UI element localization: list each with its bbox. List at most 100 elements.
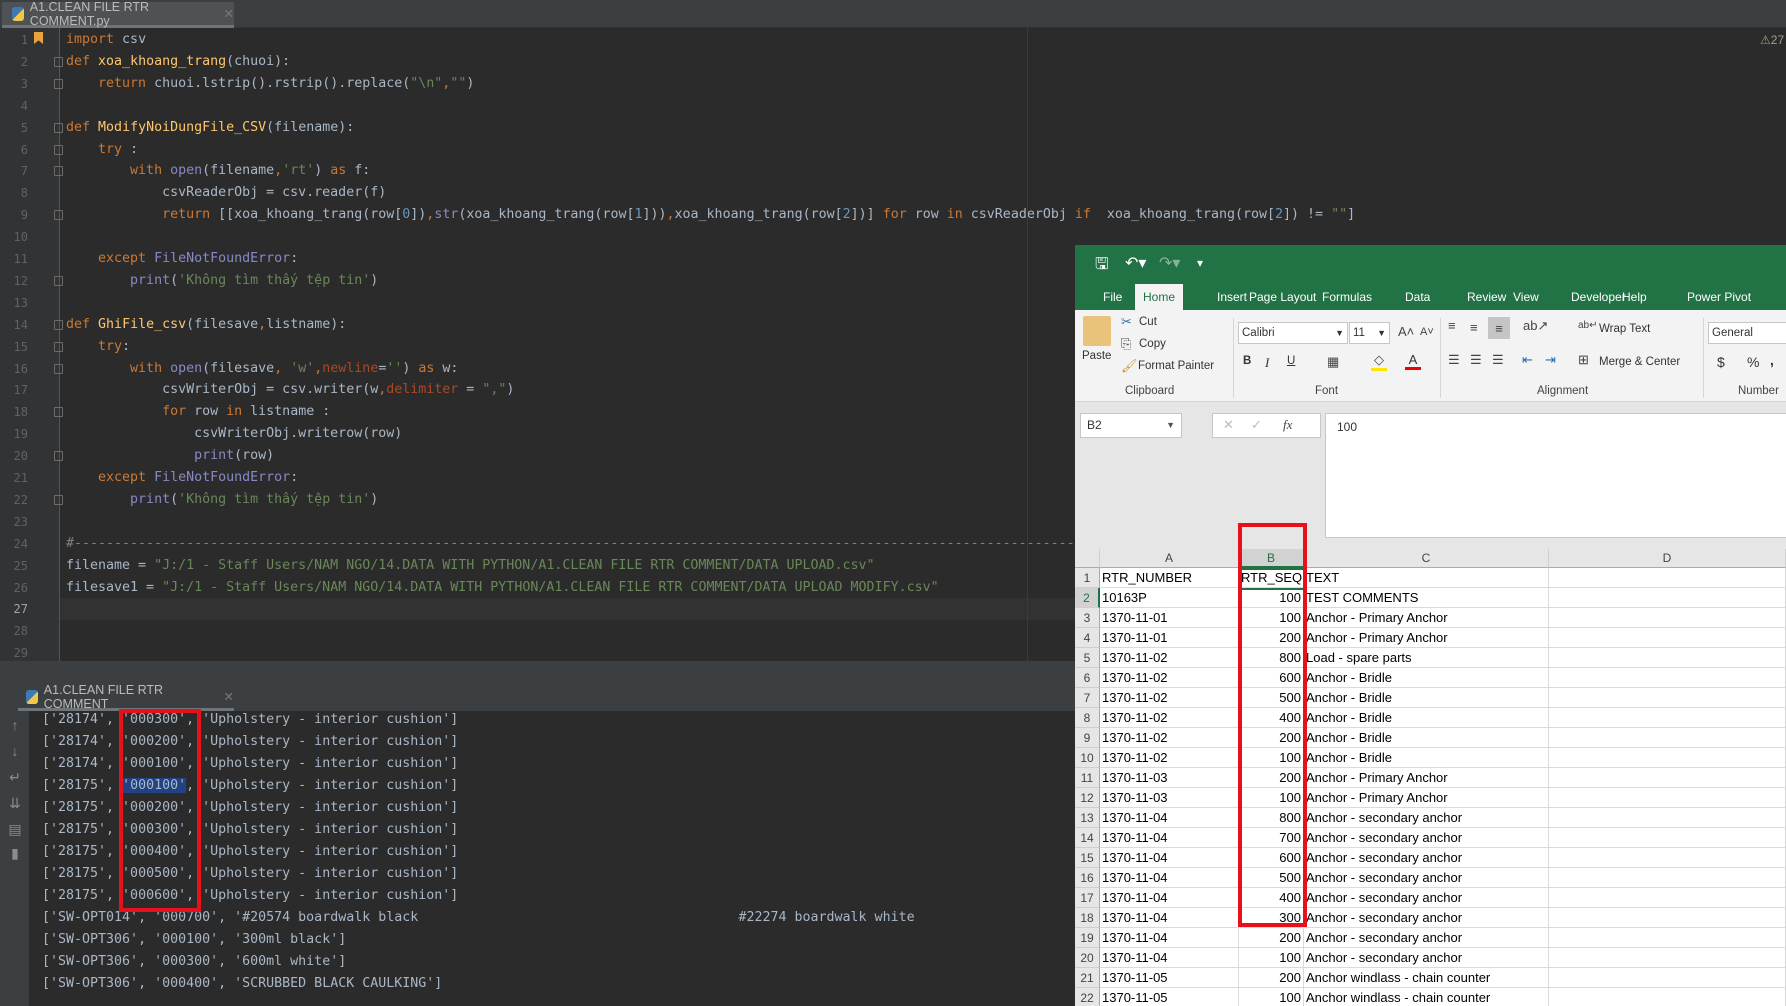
console-line[interactable]: ['28174', '000300', 'Upholstery - interi… xyxy=(42,709,458,731)
ribbon-tab-file[interactable]: File xyxy=(1095,284,1130,310)
cell-c16[interactable]: Anchor - secondary anchor xyxy=(1304,868,1549,888)
customize-toolbar-icon[interactable]: ▾ xyxy=(1197,256,1203,270)
code-line[interactable]: filename = "J:/1 - Staff Users/NAM NGO/1… xyxy=(66,555,875,577)
format-painter-button[interactable]: Format Painter xyxy=(1138,360,1214,372)
ribbon-tab-view[interactable]: View xyxy=(1505,284,1547,310)
row-header[interactable]: 9 xyxy=(1075,728,1100,748)
cell-a13[interactable]: 1370-11-04 xyxy=(1100,808,1239,828)
cell-c15[interactable]: Anchor - secondary anchor xyxy=(1304,848,1549,868)
code-line[interactable]: #---------------------------------------… xyxy=(66,533,1131,555)
console-line[interactable]: ['SW-OPT306', '000100', '300ml black'] xyxy=(42,929,346,951)
underline-button[interactable]: U xyxy=(1287,355,1295,367)
run-tab[interactable]: A1.CLEAN FILE RTR COMMENT ✕ xyxy=(18,683,234,711)
comma-button[interactable]: , xyxy=(1770,352,1774,368)
cell-d19[interactable] xyxy=(1549,928,1786,948)
copy-button[interactable]: Copy xyxy=(1139,338,1166,350)
percent-button[interactable]: % xyxy=(1747,354,1759,370)
code-line[interactable]: print(row) xyxy=(66,445,274,467)
fold-marker-icon[interactable] xyxy=(54,122,63,133)
cell-c21[interactable]: Anchor windlass - chain counter xyxy=(1304,968,1549,988)
cell-d18[interactable] xyxy=(1549,908,1786,928)
wrap-text-button[interactable]: Wrap Text xyxy=(1599,323,1650,335)
code-line[interactable]: csvWriterObj.writerow(row) xyxy=(66,423,402,445)
code-line[interactable]: return chuoi.lstrip().rstrip().replace("… xyxy=(66,73,474,95)
console-line[interactable]: ['28174', '000200', 'Upholstery - interi… xyxy=(42,731,458,753)
console-line[interactable]: ['28175', '000600', 'Upholstery - interi… xyxy=(42,885,458,907)
number-format-select[interactable]: General xyxy=(1708,322,1786,344)
cell-c12[interactable]: Anchor - Primary Anchor xyxy=(1304,788,1549,808)
fold-marker-icon[interactable] xyxy=(54,407,63,418)
column-header-a[interactable]: A xyxy=(1100,549,1239,568)
bold-button[interactable]: B xyxy=(1243,355,1251,367)
scroll-down-icon[interactable]: ↓ xyxy=(7,743,23,759)
cell-d4[interactable] xyxy=(1549,628,1786,648)
cell-d21[interactable] xyxy=(1549,968,1786,988)
merge-center-button[interactable]: Merge & Center xyxy=(1599,356,1680,368)
cell-d11[interactable] xyxy=(1549,768,1786,788)
fold-marker-icon[interactable] xyxy=(54,144,63,155)
cell-a15[interactable]: 1370-11-04 xyxy=(1100,848,1239,868)
font-size-select[interactable]: 11 ▼ xyxy=(1349,322,1390,344)
borders-icon[interactable]: ▦ xyxy=(1327,354,1339,370)
cell-c9[interactable]: Anchor - Bridle xyxy=(1304,728,1549,748)
cell-a10[interactable]: 1370-11-02 xyxy=(1100,748,1239,768)
cell-c18[interactable]: Anchor - secondary anchor xyxy=(1304,908,1549,928)
row-header[interactable]: 20 xyxy=(1075,948,1100,968)
cell-a5[interactable]: 1370-11-02 xyxy=(1100,648,1239,668)
align-top-icon[interactable]: ≡ xyxy=(1448,318,1456,333)
code-line[interactable]: except FileNotFoundError: xyxy=(66,248,298,270)
cell-c5[interactable]: Load - spare parts xyxy=(1304,648,1549,668)
console-line[interactable]: ['28175', '000400', 'Upholstery - interi… xyxy=(42,841,458,863)
cell-a21[interactable]: 1370-11-05 xyxy=(1100,968,1239,988)
ribbon-tab-home[interactable]: Home xyxy=(1135,284,1184,310)
fold-marker-icon[interactable] xyxy=(54,451,63,462)
fold-marker-icon[interactable] xyxy=(54,341,63,352)
save-icon[interactable]: 🖫 xyxy=(1095,253,1109,280)
trash-icon[interactable]: ▮ xyxy=(7,845,23,862)
fold-marker-icon[interactable] xyxy=(54,210,63,221)
cell-d9[interactable] xyxy=(1549,728,1786,748)
warning-indicator[interactable]: ⚠27 xyxy=(1760,33,1784,47)
row-header[interactable]: 7 xyxy=(1075,688,1100,708)
align-center-icon[interactable]: ☰ xyxy=(1470,352,1482,368)
row-header[interactable]: 17 xyxy=(1075,888,1100,908)
print-icon[interactable]: ▤ xyxy=(7,821,23,838)
cell-d22[interactable] xyxy=(1549,988,1786,1006)
row-header[interactable]: 3 xyxy=(1075,608,1100,628)
row-header[interactable]: 15 xyxy=(1075,848,1100,868)
font-name-select[interactable]: Calibri ▼ xyxy=(1238,322,1348,344)
cell-d6[interactable] xyxy=(1549,668,1786,688)
cell-c2[interactable]: TEST COMMENTS xyxy=(1304,588,1549,608)
cell-c10[interactable]: Anchor - Bridle xyxy=(1304,748,1549,768)
cell-a12[interactable]: 1370-11-03 xyxy=(1100,788,1239,808)
code-line[interactable]: try : xyxy=(66,139,138,161)
fold-marker-icon[interactable] xyxy=(54,319,63,330)
code-line[interactable]: def ModifyNoiDungFile_CSV(filename): xyxy=(66,117,354,139)
code-line[interactable]: with open(filesave, 'w',newline='') as w… xyxy=(66,358,458,380)
row-header[interactable]: 5 xyxy=(1075,648,1100,668)
cell-d8[interactable] xyxy=(1549,708,1786,728)
ribbon-tab-data[interactable]: Data xyxy=(1397,284,1438,310)
code-line[interactable]: csvReaderObj = csv.reader(f) xyxy=(66,182,386,204)
cell-d12[interactable] xyxy=(1549,788,1786,808)
cell-a20[interactable]: 1370-11-04 xyxy=(1100,948,1239,968)
cell-a4[interactable]: 1370-11-01 xyxy=(1100,628,1239,648)
code-line[interactable]: except FileNotFoundError: xyxy=(66,467,298,489)
cell-d1[interactable] xyxy=(1549,568,1786,588)
panel-splitter[interactable] xyxy=(0,661,1075,685)
fold-marker-icon[interactable] xyxy=(54,78,63,89)
enter-icon[interactable]: ✓ xyxy=(1251,417,1262,433)
column-header-d[interactable]: D xyxy=(1549,549,1786,568)
cell-a1[interactable]: RTR_NUMBER xyxy=(1100,568,1239,588)
cell-c14[interactable]: Anchor - secondary anchor xyxy=(1304,828,1549,848)
row-header[interactable]: 10 xyxy=(1075,748,1100,768)
fold-marker-icon[interactable] xyxy=(54,275,63,286)
code-line[interactable]: print('Không tìm thấy tệp tin') xyxy=(66,489,378,511)
cell-a3[interactable]: 1370-11-01 xyxy=(1100,608,1239,628)
console-line[interactable]: ['28174', '000100', 'Upholstery - interi… xyxy=(42,753,458,775)
cell-d5[interactable] xyxy=(1549,648,1786,668)
scroll-up-icon[interactable]: ↑ xyxy=(7,717,23,733)
cell-a2[interactable]: 10163P xyxy=(1100,588,1239,608)
cell-d16[interactable] xyxy=(1549,868,1786,888)
console-line[interactable]: ['28175', '000100', 'Upholstery - interi… xyxy=(42,775,458,797)
